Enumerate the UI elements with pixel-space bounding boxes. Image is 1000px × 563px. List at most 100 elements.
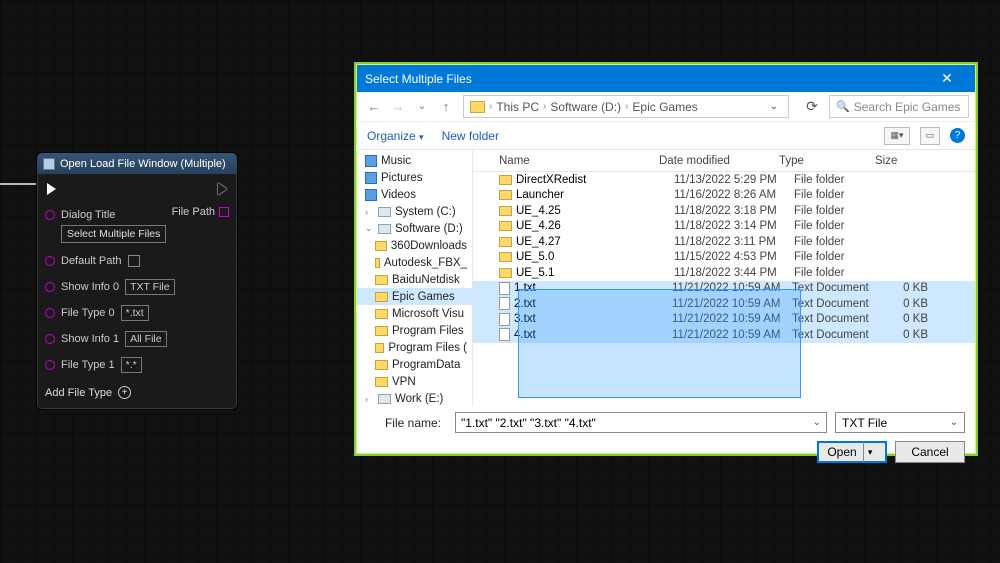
node-header[interactable]: Open Load File Window (Multiple) — [37, 153, 237, 174]
file-filter-select[interactable]: TXT File ⌄ — [835, 412, 965, 433]
expand-icon[interactable]: › — [365, 394, 374, 404]
plus-icon: + — [118, 386, 131, 399]
folder-icon — [499, 221, 512, 231]
folder-icon — [499, 252, 512, 262]
view-options-button[interactable]: ▦▾ — [884, 127, 910, 145]
input-pin-dialog-title[interactable] — [45, 210, 55, 220]
collapse-icon[interactable]: ⌄ — [365, 223, 374, 234]
file-row[interactable]: UE_4.2511/18/2022 3:18 PMFile folder — [473, 203, 975, 219]
col-size[interactable]: Size — [875, 155, 925, 167]
column-headers[interactable]: Name Date modified Type Size — [473, 150, 975, 172]
dialog-title-text: Select Multiple Files — [365, 72, 472, 86]
preview-pane-button[interactable]: ▭ — [920, 127, 940, 145]
file-row[interactable]: Launcher11/16/2022 8:26 AMFile folder — [473, 188, 975, 204]
chevron-down-icon[interactable]: ⌄ — [813, 417, 821, 428]
crumb-folder-name[interactable]: Epic Games — [632, 100, 697, 114]
exec-out-pin[interactable] — [218, 183, 227, 195]
file-icon — [499, 328, 510, 341]
search-input[interactable]: 🔍 Search Epic Games — [829, 95, 969, 118]
pictures-icon — [365, 172, 377, 184]
organize-menu[interactable]: Organize ▾ — [367, 129, 424, 143]
node-title: Open Load File Window (Multiple) — [60, 158, 226, 170]
tree-item[interactable]: Program Files ( — [357, 339, 472, 356]
expand-icon[interactable]: › — [365, 207, 374, 217]
filename-input[interactable]: "1.txt" "2.txt" "3.txt" "4.txt" ⌄ — [455, 412, 827, 433]
search-placeholder: Search Epic Games — [854, 100, 961, 114]
folder-icon — [499, 190, 512, 200]
tree-item[interactable]: Epic Games — [357, 288, 472, 305]
default-path-input[interactable] — [128, 255, 140, 267]
chevron-right-icon: › — [489, 101, 492, 112]
tree-item[interactable]: BaiduNetdisk — [357, 271, 472, 288]
file-list[interactable]: Name Date modified Type Size DirectXRedi… — [473, 150, 975, 406]
tree-item[interactable]: VPN — [357, 373, 472, 390]
crumb-drive[interactable]: Software (D:) — [550, 100, 621, 114]
input-pin-default-path[interactable] — [45, 256, 55, 266]
chevron-right-icon: › — [625, 101, 628, 112]
chevron-down-icon[interactable]: ⌄ — [770, 101, 782, 112]
file-row[interactable]: UE_4.2711/18/2022 3:11 PMFile folder — [473, 234, 975, 250]
window-icon — [43, 158, 55, 170]
new-folder-button[interactable]: New folder — [442, 129, 499, 143]
exec-in-pin[interactable] — [47, 183, 56, 195]
col-type[interactable]: Type — [779, 155, 875, 167]
folder-icon — [375, 275, 388, 285]
drive-icon — [378, 394, 391, 404]
file-type-1-value[interactable]: *.* — [121, 357, 142, 373]
tree-item[interactable]: ProgramData — [357, 356, 472, 373]
file-row[interactable]: UE_5.111/18/2022 3:44 PMFile folder — [473, 265, 975, 281]
tree-item[interactable]: Autodesk_FBX_ — [357, 254, 472, 271]
tree-item[interactable]: 360Downloads — [357, 237, 472, 254]
folder-tree[interactable]: Music Pictures Videos ›System (C:) ⌄Soft… — [357, 150, 473, 406]
col-name[interactable]: Name — [477, 155, 659, 167]
show-info-0-value[interactable]: TXT File — [125, 279, 174, 295]
folder-icon — [499, 237, 512, 247]
nav-back-icon[interactable]: ← — [365, 99, 383, 114]
search-icon: 🔍 — [836, 100, 850, 113]
show-info-1-value[interactable]: All File — [125, 331, 167, 347]
file-type-0-value[interactable]: *.txt — [121, 305, 149, 321]
input-pin-show-info-1[interactable] — [45, 334, 55, 344]
file-row[interactable]: UE_5.011/15/2022 4:53 PMFile folder — [473, 250, 975, 266]
input-pin-file-type-0[interactable] — [45, 308, 55, 318]
chevron-down-icon[interactable]: ⌄ — [413, 101, 431, 112]
nav-up-icon[interactable]: ↑ — [437, 99, 455, 114]
tree-drive-children: 360DownloadsAutodesk_FBX_BaiduNetdiskEpi… — [357, 237, 472, 390]
file-icon — [499, 297, 510, 310]
col-date[interactable]: Date modified — [659, 155, 779, 167]
dialog-title-value[interactable]: Select Multiple Files — [61, 225, 166, 243]
videos-icon — [365, 189, 377, 201]
blueprint-node-open-load-file-window[interactable]: Open Load File Window (Multiple) File Pa… — [36, 152, 238, 410]
nav-forward-icon[interactable]: → — [389, 99, 407, 114]
folder-icon — [375, 292, 388, 302]
file-icon — [499, 282, 510, 295]
drive-icon — [378, 224, 391, 234]
exec-wire — [0, 183, 38, 185]
file-row[interactable]: UE_4.2611/18/2022 3:14 PMFile folder — [473, 219, 975, 235]
refresh-icon[interactable]: ⟳ — [801, 98, 823, 115]
tree-item[interactable]: Microsoft Visu — [357, 305, 472, 322]
output-file-path[interactable]: File Path — [172, 206, 229, 218]
filename-label: File name: — [367, 416, 447, 430]
folder-icon — [375, 343, 384, 353]
open-dropdown-icon[interactable]: ▾ — [863, 442, 877, 462]
crumb-this-pc[interactable]: This PC — [496, 100, 539, 114]
help-icon[interactable]: ? — [950, 128, 965, 143]
chevron-right-icon: › — [543, 101, 546, 112]
folder-icon — [470, 101, 485, 113]
selection-rubber-band — [518, 289, 801, 398]
input-pin-file-type-1[interactable] — [45, 360, 55, 370]
cancel-button[interactable]: Cancel — [895, 441, 965, 463]
input-pin-show-info-0[interactable] — [45, 282, 55, 292]
close-button[interactable]: ✕ — [927, 67, 967, 90]
tree-item[interactable]: Program Files — [357, 322, 472, 339]
drive-icon — [378, 207, 391, 217]
address-bar[interactable]: › This PC › Software (D:) › Epic Games ⌄ — [463, 95, 789, 118]
dialog-titlebar[interactable]: Select Multiple Files ✕ — [357, 65, 975, 92]
open-button[interactable]: Open ▾ — [817, 441, 887, 463]
file-row[interactable]: DirectXRedist11/13/2022 5:29 PMFile fold… — [473, 172, 975, 188]
chevron-down-icon: ⌄ — [950, 417, 958, 428]
chevron-down-icon: ▾ — [419, 132, 424, 142]
add-file-type-button[interactable]: Add File Type + — [45, 382, 229, 399]
folder-icon — [499, 206, 512, 216]
